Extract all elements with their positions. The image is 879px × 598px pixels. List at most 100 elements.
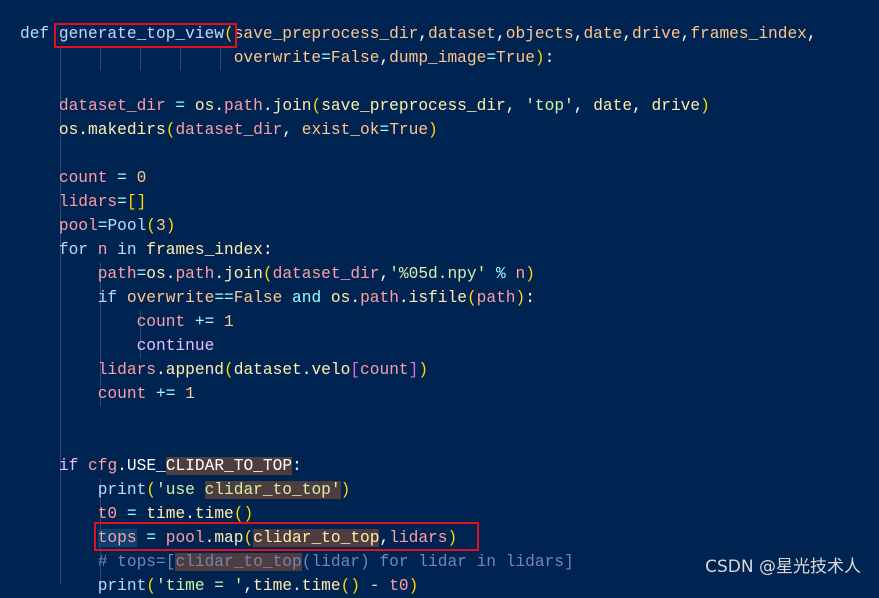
code-line[interactable] [20,406,817,430]
code-token: : [544,49,555,67]
code-token: exist_ok [301,121,380,139]
code-line[interactable]: os.makedirs(dataset_dir, exist_ok=True) [20,118,817,142]
code-line[interactable]: count += 1 [20,310,817,334]
code-token: dataset_dir [272,265,380,283]
code-line[interactable]: print('time = ',time.time() - t0) [20,574,817,598]
code-token: , [806,25,817,43]
code-line[interactable] [20,142,817,166]
code-line[interactable]: path=os.path.join(dataset_dir,'%05d.npy'… [20,262,817,286]
code-token: , [573,25,584,43]
code-token: , [496,25,506,43]
code-token: False [233,289,283,307]
code-line[interactable]: overwrite=False,dump_image=True): [20,46,817,70]
code-token: : [525,289,535,307]
code-line[interactable]: dataset_dir = os.path.join(save_preproce… [20,94,817,118]
code-token: ) [534,49,545,67]
code-token: isfile [408,289,467,307]
code-token: count [360,361,409,379]
code-line[interactable]: count = 0 [20,166,817,190]
code-token: dataset_dir [58,97,166,115]
code-token: frames_index [146,241,263,259]
code-token: ( [224,361,234,379]
code-token: os [58,121,79,139]
highlight-box-pool-map-line [94,522,479,551]
code-token: = [165,97,195,115]
code-token: . [185,505,195,523]
code-line[interactable]: lidars.append(dataset.velo[count]) [20,358,817,382]
code-token: ) [428,121,438,139]
code-token: . [117,457,127,475]
code-token: and [282,289,331,307]
code-line[interactable]: pool=Pool(3) [20,214,817,238]
code-token: ( [262,265,273,283]
code-token: = [97,217,108,235]
code-token: drive [632,25,681,43]
code-token: ] [408,361,419,379]
code-token: 1 [224,313,234,331]
code-token: clidar_to_top [175,553,302,571]
code-editor[interactable]: def generate_top_view(save_preprocess_di… [20,22,817,598]
code-token: == [214,289,234,307]
code-token: time [253,577,293,595]
code-token: ( [466,289,477,307]
code-token: dataset_dir [175,121,283,139]
code-token: lidars [58,193,118,211]
code-line[interactable]: count += 1 [20,382,817,406]
code-token: # tops=[ [97,553,176,571]
code-line[interactable]: # tops=[clidar_to_top(lidar) for lidar i… [20,550,817,574]
code-token: . [78,121,89,139]
code-token: . [301,361,312,379]
code-token: , [243,577,254,595]
code-line[interactable] [20,430,817,454]
code-token: join [272,97,312,115]
code-token: if [97,289,127,307]
code-line[interactable]: print('use clidar_to_top') [20,478,817,502]
code-token: in [107,241,147,259]
code-token: path [175,265,215,283]
code-token: 'use [156,481,205,499]
code-line[interactable] [20,70,817,94]
code-token: = [117,193,127,211]
code-line[interactable]: if cfg.USE_CLIDAR_TO_TOP: [20,454,817,478]
code-line[interactable]: if overwrite==False and os.path.isfile(p… [20,286,817,310]
code-token: time [194,505,234,523]
code-token: = [107,169,137,187]
code-line[interactable]: lidars=[] [20,190,817,214]
code-token: += [146,385,186,403]
code-token: time [146,505,186,523]
code-token: append [165,361,225,379]
code-line[interactable]: for n in frames_index: [20,238,817,262]
code-line[interactable]: continue [20,334,817,358]
code-token: Pool [107,217,147,235]
code-token: print [97,481,147,499]
code-token: print [97,577,147,595]
code-token: () [340,577,361,595]
code-token: = [486,49,497,67]
code-token: , [282,121,302,139]
code-token: . [262,97,273,115]
code-token: date [593,97,633,115]
code-token: 3 [156,217,166,235]
code-token: False [330,49,380,67]
code-token: , [505,97,526,115]
code-token: drive [651,97,701,115]
code-token: ) [525,265,535,283]
code-token: if [58,457,89,475]
code-token: ) [340,481,351,499]
code-token: 1 [185,385,195,403]
code-token: (lidar) for lidar in lidars] [301,553,574,571]
